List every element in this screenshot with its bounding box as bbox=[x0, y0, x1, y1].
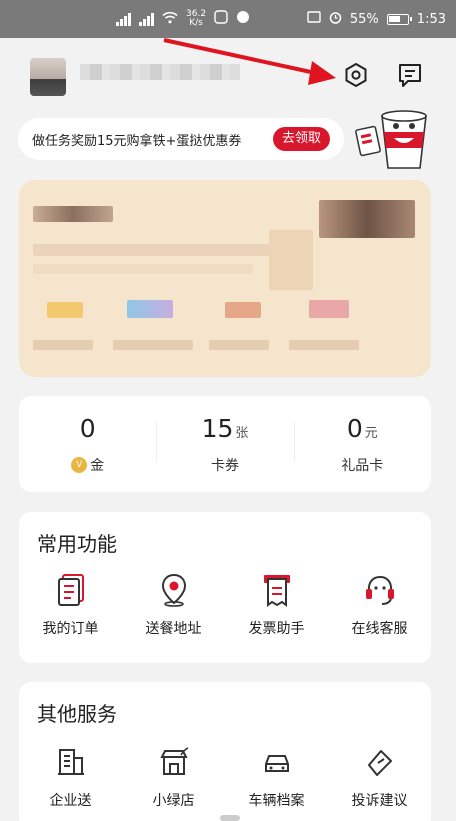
home-indicator bbox=[220, 815, 240, 821]
stat-value: 0 bbox=[79, 414, 96, 443]
clock-time: 1:53 bbox=[416, 11, 446, 27]
building-icon bbox=[53, 744, 89, 780]
stat-value: 0 bbox=[346, 414, 363, 443]
online-service-button[interactable]: 在线客服 bbox=[328, 572, 431, 638]
invoice-assistant-button[interactable]: 发票助手 bbox=[225, 572, 328, 638]
enterprise-delivery-button[interactable]: 企业送 bbox=[19, 744, 122, 810]
stat-label: 礼品卡 bbox=[341, 458, 384, 474]
headset-icon bbox=[362, 572, 398, 608]
other-services-section: 其他服务 企业送 小绿店 车辆档案 投诉建议 bbox=[19, 682, 431, 821]
green-store-icon bbox=[156, 744, 192, 780]
section-title: 其他服务 bbox=[37, 702, 117, 726]
username-blurred[interactable] bbox=[80, 64, 240, 80]
message-icon[interactable] bbox=[395, 60, 425, 90]
battery-percent: 55% bbox=[349, 11, 379, 27]
stat-label: 金 bbox=[90, 458, 105, 474]
annotation-arrow bbox=[163, 38, 336, 85]
my-orders-button[interactable]: 我的订单 bbox=[19, 572, 122, 638]
stat-value: 15 bbox=[201, 414, 234, 443]
enterprise-delivery-label: 企业送 bbox=[49, 793, 92, 809]
vehicle-profile-label: 车辆档案 bbox=[248, 793, 305, 809]
my-orders-label: 我的订单 bbox=[42, 621, 99, 637]
stat-coupons[interactable]: 15 张 卡券 bbox=[156, 396, 293, 492]
membership-card-blurred[interactable] bbox=[19, 180, 431, 377]
green-store-button[interactable]: 小绿店 bbox=[122, 744, 225, 810]
online-service-label: 在线客服 bbox=[351, 621, 408, 637]
stat-unit: 张 bbox=[235, 426, 249, 441]
app-notification-icon bbox=[236, 10, 250, 28]
coffee-cup-mascot-icon bbox=[355, 110, 427, 169]
app-notification-icon bbox=[214, 10, 228, 28]
order-list-icon bbox=[53, 572, 89, 608]
stat-gift-card[interactable]: 0元 礼品卡 bbox=[293, 396, 431, 492]
settings-icon[interactable] bbox=[341, 60, 371, 90]
network-speed-unit: K/s bbox=[189, 18, 203, 28]
claim-button[interactable]: 去领取 bbox=[272, 127, 330, 151]
stat-label: 卡券 bbox=[210, 458, 239, 474]
promo-banner[interactable]: 做任务奖励15元购拿铁+蛋挞优惠券 去领取 bbox=[18, 118, 344, 160]
stat-unit: 元 bbox=[364, 426, 378, 441]
complaint-feedback-label: 投诉建议 bbox=[351, 793, 408, 809]
common-functions-section: 常用功能 我的订单 送餐地址 发票助手 在线客服 bbox=[19, 512, 431, 663]
v-coin-icon: V bbox=[71, 457, 88, 473]
invoice-assistant-label: 发票助手 bbox=[248, 621, 305, 637]
wifi-icon bbox=[162, 11, 178, 28]
signal-icon bbox=[116, 12, 131, 26]
complaint-feedback-button[interactable]: 投诉建议 bbox=[328, 744, 431, 810]
user-avatar[interactable] bbox=[30, 58, 66, 96]
invoice-icon bbox=[259, 572, 295, 608]
section-title: 常用功能 bbox=[37, 532, 117, 556]
feedback-tag-icon bbox=[362, 744, 398, 780]
car-icon bbox=[259, 744, 295, 780]
battery-icon bbox=[386, 13, 412, 25]
vehicle-profile-button[interactable]: 车辆档案 bbox=[225, 744, 328, 810]
location-pin-icon bbox=[156, 572, 192, 608]
account-stats: 0 V金 15 张 卡券 0元 礼品卡 bbox=[19, 396, 431, 492]
network-speed: 36.2 K/s bbox=[186, 10, 206, 28]
alarm-icon bbox=[329, 11, 342, 28]
promo-text: 做任务奖励15元购拿铁+蛋挞优惠券 bbox=[32, 133, 242, 149]
green-store-label: 小绿店 bbox=[152, 793, 195, 809]
delivery-address-button[interactable]: 送餐地址 bbox=[122, 572, 225, 638]
delivery-address-label: 送餐地址 bbox=[145, 621, 202, 637]
cast-icon bbox=[307, 11, 321, 27]
stat-gold[interactable]: 0 V金 bbox=[19, 396, 156, 492]
signal-icon bbox=[139, 12, 154, 26]
